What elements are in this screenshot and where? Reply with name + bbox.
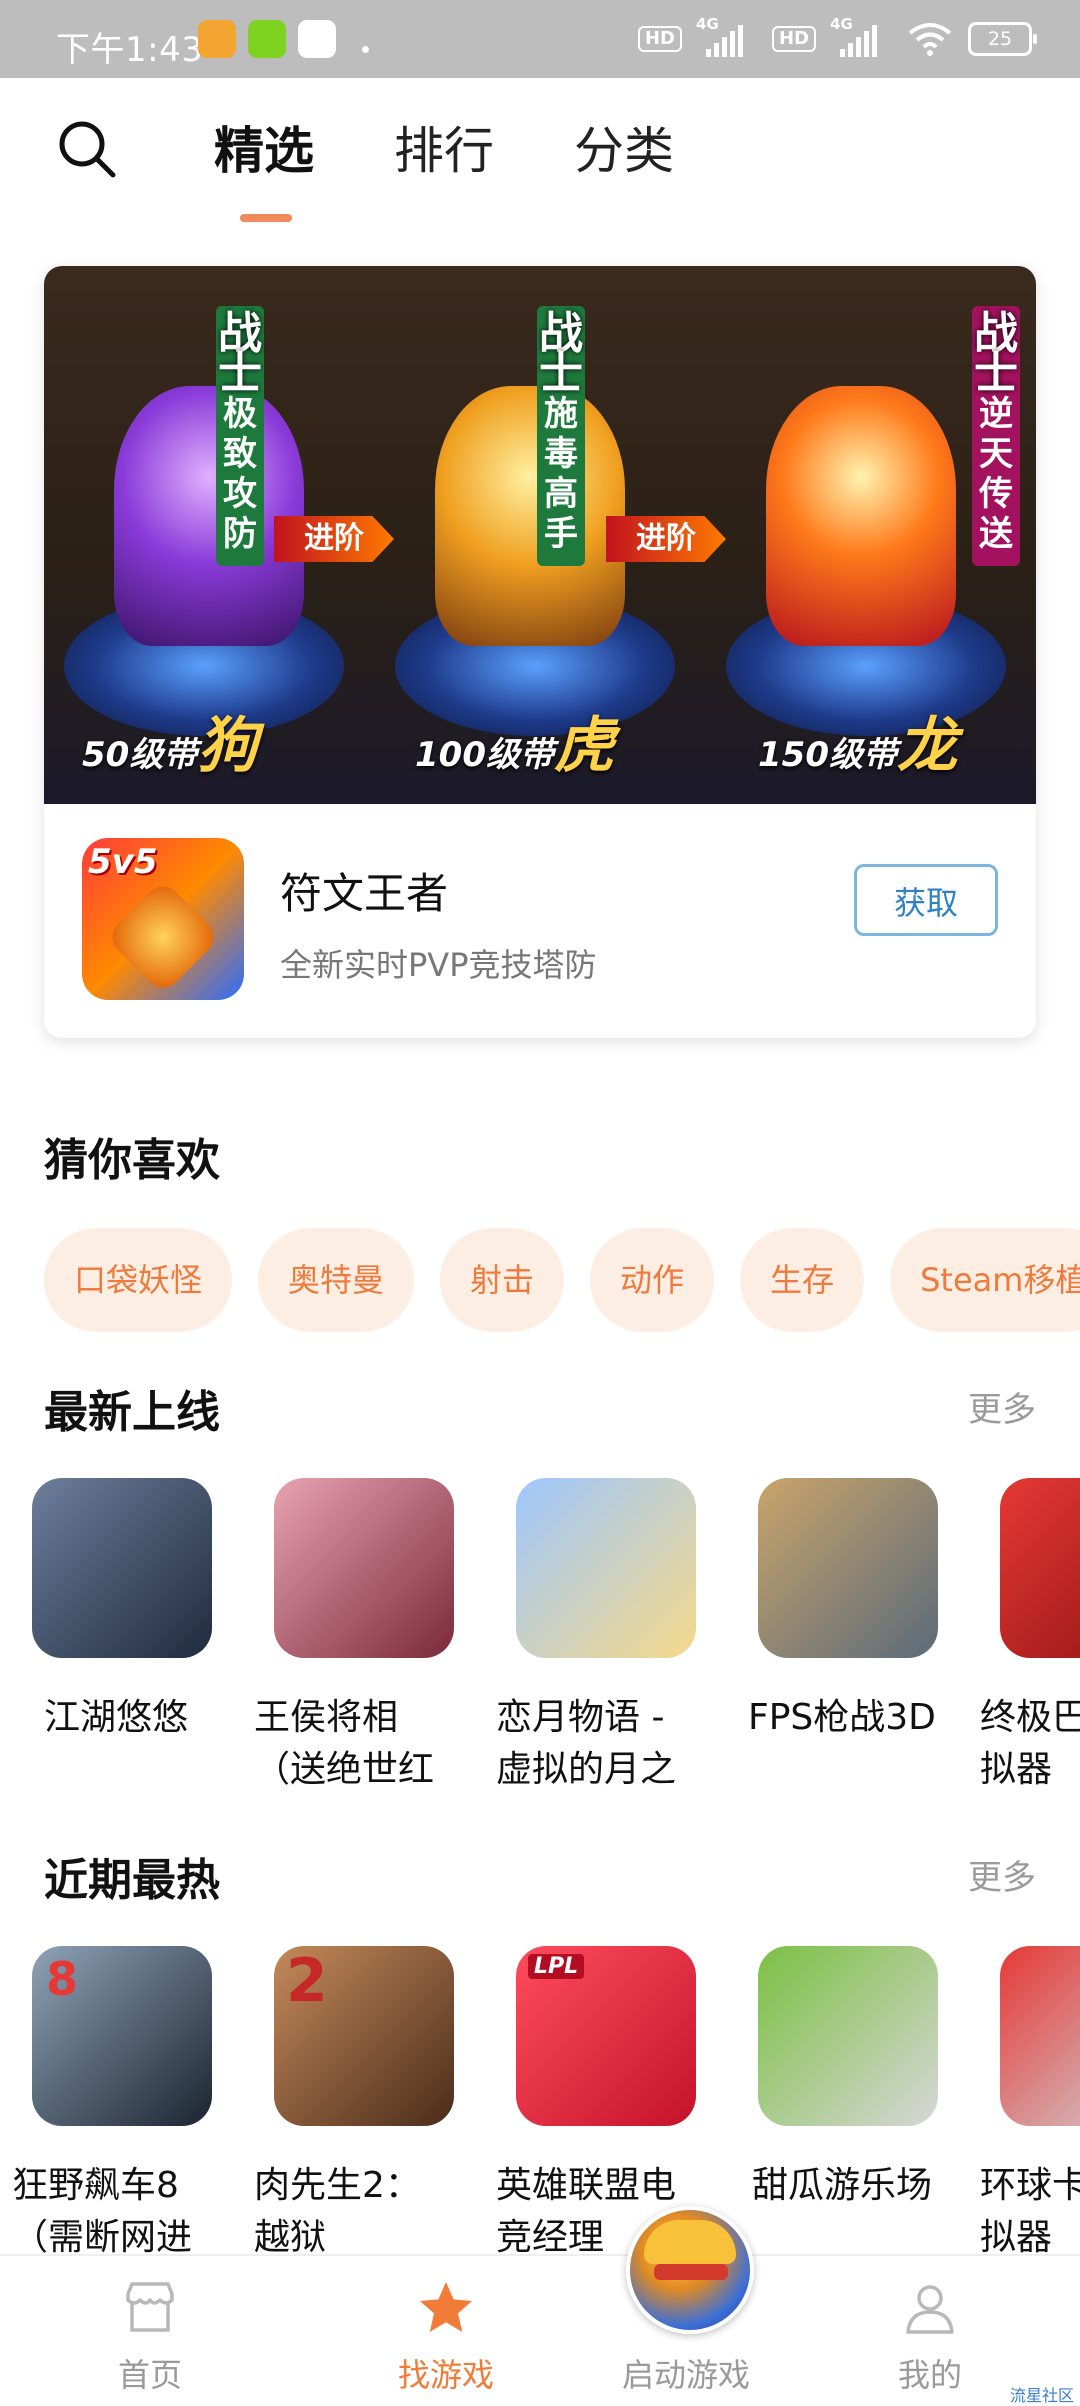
game-icon-bus[interactable] — [1000, 1478, 1080, 1658]
signal-icon-2: 4G — [830, 15, 892, 57]
search-icon[interactable] — [56, 118, 118, 180]
notification-app-icon — [298, 20, 336, 58]
featured-game-icon[interactable]: 5v5 — [82, 838, 244, 1000]
tag-text: 极致攻防 — [223, 394, 257, 554]
class-tag: 战士 — [974, 308, 1018, 399]
section-title-guess: 猜你喜欢 — [44, 1135, 220, 1186]
shield-emblem — [105, 879, 221, 995]
hero-warrior-fire — [766, 386, 956, 646]
badge-text: 8 — [46, 1952, 79, 2006]
level-label-2: 100级带虎 — [415, 711, 614, 781]
get-button[interactable]: 获取 — [854, 864, 998, 936]
battery-icon: 25 — [968, 22, 1037, 56]
badge-text: LPL — [528, 1954, 585, 1979]
star-icon — [420, 2282, 472, 2332]
bottom-navigation: 首页 找游戏 启动游戏 我的 — [0, 2254, 1080, 2402]
chip-pokemon[interactable]: 口袋妖怪 — [44, 1228, 233, 1332]
more-notifications-dot — [362, 46, 369, 53]
tab-featured[interactable]: 精选 — [214, 118, 314, 184]
game-icon-wanghou[interactable] — [274, 1478, 454, 1658]
icon-5v5-text: 5v5 — [88, 842, 158, 882]
game-icon-jianghu[interactable] — [32, 1478, 212, 1658]
nav-find-games[interactable]: 找游戏 — [346, 2256, 546, 2402]
category-chips: 口袋妖怪 奥特曼 射击 动作 生存 Steam移植 — [44, 1228, 1080, 1332]
person-icon — [906, 2285, 954, 2334]
badge-text: 2 — [286, 1946, 328, 2016]
class-tag: 战士 — [539, 308, 583, 399]
more-link-hot[interactable]: 更多 — [968, 1850, 1036, 1899]
nav-home-label: 首页 — [117, 2356, 182, 2394]
wifi-icon — [908, 23, 952, 56]
hero-warrior-gold — [435, 386, 625, 646]
nav-me[interactable]: 我的 — [830, 2256, 1030, 2402]
game-name[interactable]: 肉先生2：越狱 — [254, 2160, 454, 2264]
signal-icon: 4G — [696, 15, 758, 57]
game-name[interactable]: 甜瓜游乐场 — [752, 2160, 972, 2212]
avatar-hair — [644, 2220, 736, 2264]
nav-me-label: 我的 — [897, 2356, 962, 2394]
hd-voice-icon: HD — [637, 26, 682, 52]
chip-ultraman[interactable]: 奥特曼 — [258, 1228, 415, 1332]
level-label-1: 50级带狗 — [82, 711, 258, 781]
game-icon-lol-esports[interactable]: LPL — [516, 1946, 696, 2126]
nav-home[interactable]: 首页 — [50, 2256, 250, 2402]
class-tag: 战士 — [218, 308, 262, 399]
status-indicators: HD 4G HD 4G 25 — [637, 15, 1037, 60]
status-bar: 下午1:43 HD 4G HD 4G 25 — [0, 0, 1080, 78]
level-label-3: 150级带龙 — [758, 711, 957, 781]
game-name[interactable]: 王侯将相（送绝世红 — [254, 1692, 454, 1796]
game-name[interactable]: 恋月物语 - 虚拟的月之 — [496, 1692, 696, 1796]
tab-ranking[interactable]: 排行 — [394, 118, 494, 184]
section-title-hot: 近期最热 — [44, 1855, 220, 1906]
section-title-new: 最新上线 — [44, 1387, 220, 1438]
game-name[interactable]: 狂野飙车8（需断网进 — [12, 2160, 212, 2264]
game-icon-asphalt8[interactable]: 8 — [32, 1946, 212, 2126]
game-icon-mr-meat2[interactable]: 2 — [274, 1946, 454, 2126]
banner-tag-3: 战士 逆天传送 — [972, 306, 1020, 566]
nav-find-games-label: 找游戏 — [397, 2356, 494, 2394]
store-icon — [126, 2282, 174, 2332]
banner-tag-2: 战士 施毒高手 — [537, 306, 585, 566]
banner-column-3: 战士 逆天传送 150级带龙 — [706, 266, 1036, 804]
chip-steam-port[interactable]: Steam移植 — [890, 1228, 1080, 1332]
chip-shooting[interactable]: 射击 — [440, 1228, 565, 1332]
tag-text: 逆天传送 — [979, 394, 1013, 554]
more-link-new[interactable]: 更多 — [968, 1382, 1036, 1431]
featured-game-title[interactable]: 符文王者 — [280, 860, 448, 921]
avatar-visor — [654, 2264, 728, 2280]
active-tab-indicator — [240, 214, 292, 222]
game-icon-lianyue[interactable] — [516, 1478, 696, 1658]
watermark: 流星社区 — [1009, 2386, 1074, 2405]
game-icon-melon-playground[interactable] — [758, 1946, 938, 2126]
featured-game-subtitle: 全新实时PVP竞技塔防 — [280, 946, 597, 984]
notification-app-icon — [248, 20, 286, 58]
hd-voice-icon-2: HD — [771, 26, 816, 52]
game-name[interactable]: FPS枪战3D — [748, 1692, 968, 1744]
game-name[interactable]: 环球卡车模拟器 — [980, 2160, 1080, 2264]
chip-survival[interactable]: 生存 — [740, 1228, 865, 1332]
game-name[interactable]: 终极巴士模拟器 — [980, 1692, 1080, 1796]
game-icon-truck[interactable] — [1000, 1946, 1080, 2126]
featured-banner-image[interactable]: 战士 极致攻防 50级带狗 进阶 战士 施毒高手 100级带虎 进阶 战士 逆天… — [44, 266, 1036, 804]
notification-app-icon — [198, 20, 236, 58]
launch-game-avatar[interactable] — [626, 2206, 754, 2334]
new-releases-row: 江湖悠悠 王侯将相（送绝世红 恋月物语 - 虚拟的月之 FPS枪战3D 终极巴士… — [0, 1478, 1080, 1798]
nav-launch-game-label: 启动游戏 — [621, 2356, 750, 2394]
featured-game-card[interactable]: 战士 极致攻防 50级带狗 进阶 战士 施毒高手 100级带虎 进阶 战士 逆天… — [44, 266, 1036, 1038]
tab-categories[interactable]: 分类 — [574, 118, 674, 184]
game-name[interactable]: 江湖悠悠 — [44, 1692, 244, 1744]
game-icon-fps[interactable] — [758, 1478, 938, 1658]
hot-recent-row: 8 狂野飙车8（需断网进 2 肉先生2：越狱 LPL 英雄联盟电竞经理 甜瓜游乐… — [0, 1946, 1080, 2266]
banner-tag-1: 战士 极致攻防 — [216, 306, 264, 566]
tag-text: 施毒高手 — [544, 394, 578, 554]
chip-action[interactable]: 动作 — [590, 1228, 715, 1332]
status-time: 下午1:43 — [56, 30, 204, 70]
